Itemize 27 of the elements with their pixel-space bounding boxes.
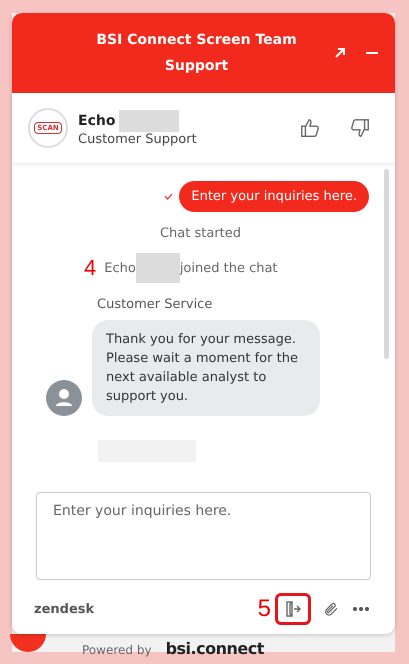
launcher-button[interactable]: [10, 634, 46, 652]
powered-by-label: Powered by: [82, 643, 152, 657]
zendesk-logo-text: zendesk: [34, 602, 96, 616]
chat-event: Chat started: [160, 226, 242, 241]
join-text: Echo: [104, 260, 136, 276]
scrollbar[interactable]: [384, 169, 389, 359]
redaction-box: [136, 253, 180, 283]
agent-role: Customer Support: [78, 132, 198, 146]
redaction-box: [119, 110, 180, 132]
message-bubble: Thank you for your message. Please wait a moment for the next available analyst to support you.: [92, 320, 320, 416]
thumbs-down-icon: [349, 117, 371, 139]
sender-name: Customer Service: [97, 297, 214, 312]
message-input[interactable]: Enter your inquiries here.: [36, 492, 371, 580]
user-avatar-icon: [46, 380, 82, 416]
message-bubble: Enter your inquiries here.: [179, 181, 369, 212]
exit-door-icon: [284, 600, 302, 618]
paperclip-icon: [323, 600, 339, 618]
brand-logo-text: bsi.connect: [166, 639, 264, 658]
chat-title: BSI Connect Screen Team Support: [95, 31, 298, 76]
annotation-number: 5: [258, 595, 271, 623]
more-dots-icon: [353, 607, 369, 611]
agent-name: Echo: [78, 112, 116, 128]
thumbs-up-icon: [299, 117, 321, 139]
annotation-number: 4: [84, 255, 96, 281]
popout-arrow-icon: [333, 46, 347, 60]
join-text: joined the chat: [180, 260, 278, 276]
more-button[interactable]: [351, 605, 371, 613]
